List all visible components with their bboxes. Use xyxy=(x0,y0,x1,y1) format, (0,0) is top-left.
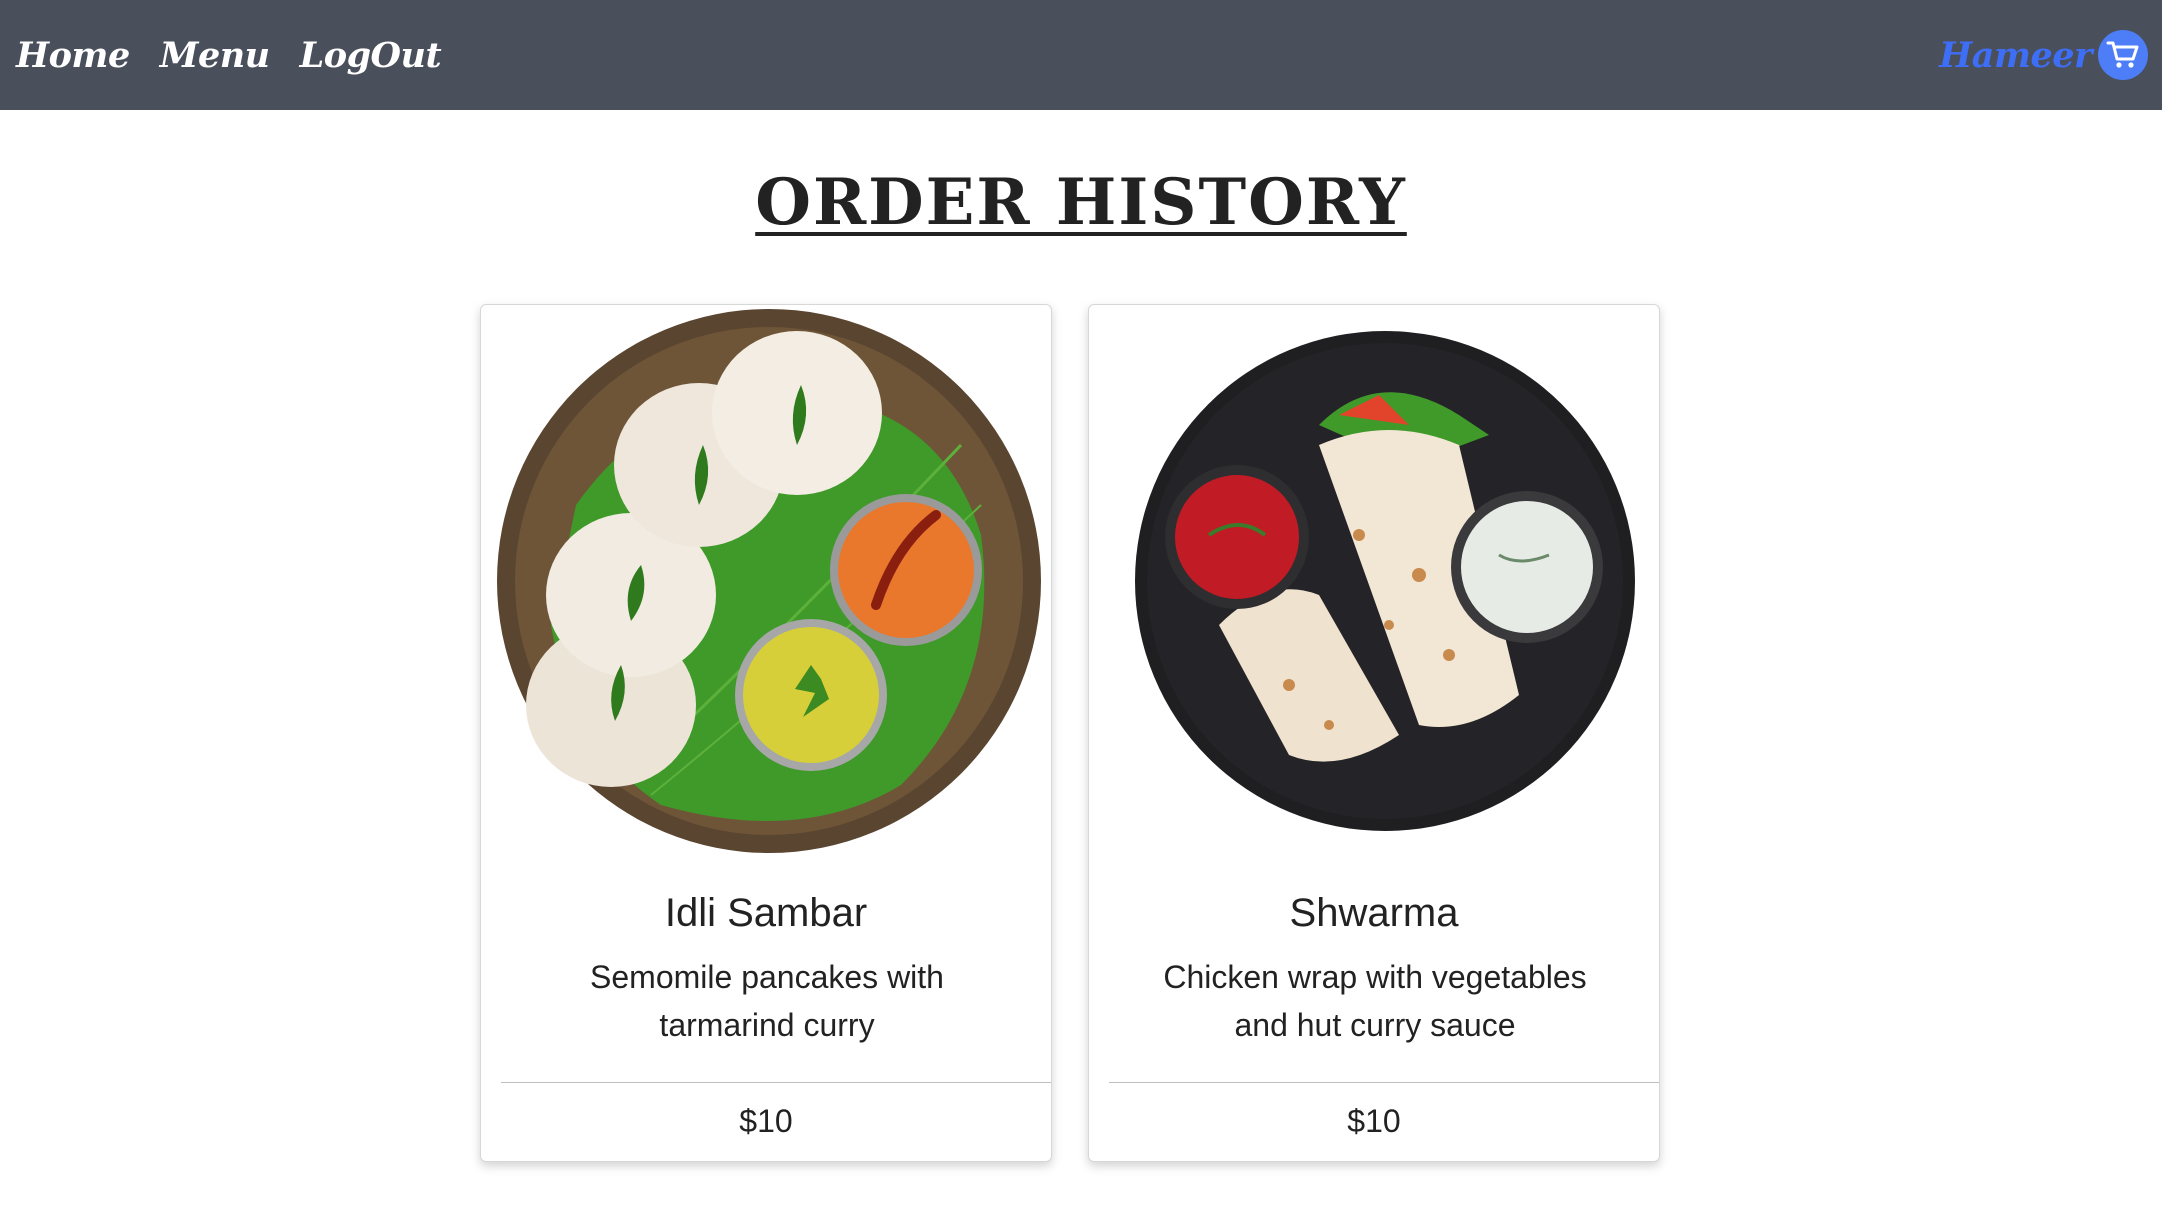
order-item-price: $10 xyxy=(739,1103,793,1139)
order-item-name: Idli Sambar xyxy=(664,891,868,935)
shwarma-image xyxy=(1135,331,1635,831)
order-card: Shwarma Chicken wrap with vegetables and… xyxy=(1088,304,1660,1162)
nav-user-area: Hameer xyxy=(1939,30,2148,80)
card-divider xyxy=(1109,1082,1659,1083)
card-divider xyxy=(501,1082,1051,1083)
nav-logout-link[interactable]: LogOut xyxy=(300,35,442,76)
page-title: ORDER HISTORY xyxy=(755,165,1407,240)
nav-links: Home Menu LogOut xyxy=(16,35,442,76)
order-item-name: Shwarma xyxy=(1289,891,1459,935)
page-heading: ORDER HISTORY xyxy=(0,165,2162,240)
username-link[interactable]: Hameer xyxy=(1939,35,2092,76)
nav-menu-link[interactable]: Menu xyxy=(160,35,270,76)
idli-sambar-image xyxy=(497,309,1041,853)
shopping-cart-icon[interactable] xyxy=(2098,30,2148,80)
order-item-description: Semomile pancakes with tarmarind curry xyxy=(590,959,944,1043)
order-item-price: $10 xyxy=(1347,1103,1401,1139)
nav-home-link[interactable]: Home xyxy=(16,35,130,76)
order-card: Idli Sambar Semomile pancakes with tarma… xyxy=(480,304,1052,1162)
order-item-description: Chicken wrap with vegetables and hut cur… xyxy=(1163,959,1587,1043)
navbar: Home Menu LogOut Hameer xyxy=(0,0,2162,110)
